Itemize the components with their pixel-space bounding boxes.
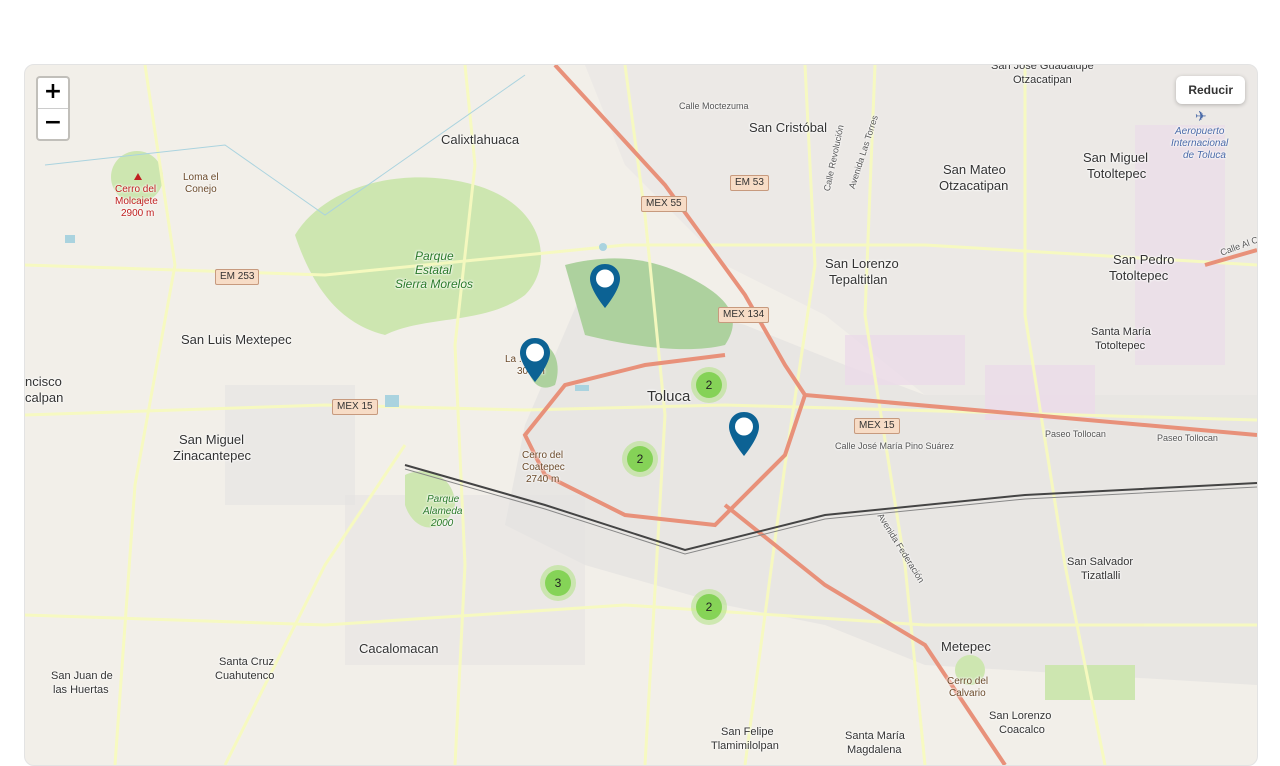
place-label: Tepaltitlan (829, 272, 888, 287)
map-container[interactable]: Calixtlahuaca San Cristóbal San Mateo Ot… (24, 64, 1258, 766)
place-label: ncisco (25, 374, 62, 389)
place-label: San Juan de (51, 670, 113, 682)
place-label: Otzacatipan (1013, 74, 1072, 86)
marker-cluster[interactable]: 2 (622, 441, 658, 477)
road-shield: MEX 55 (641, 196, 687, 212)
marker-cluster[interactable]: 2 (691, 367, 727, 403)
place-label: Cacalomacan (359, 641, 439, 656)
road-shield: MEX 134 (718, 307, 770, 323)
place-label: San Pedro (1113, 252, 1175, 267)
place-label: San Cristóbal (749, 120, 828, 135)
airport-icon: ✈ (1195, 109, 1207, 125)
place-label: San José Guadalupe (991, 64, 1094, 72)
cluster-count: 2 (696, 594, 722, 620)
place-label: San Felipe (721, 726, 774, 738)
street-label: Calle Moctezuma (679, 101, 749, 111)
place-label: Totoltepec (1087, 166, 1147, 181)
road-shield: MEX 15 (332, 399, 378, 415)
peak-label: 2740 m (526, 474, 560, 485)
place-label: Coacalco (999, 724, 1045, 736)
place-label: Otzacatipan (939, 178, 1009, 193)
zoom-in-button[interactable]: + (38, 78, 68, 109)
place-label: Cuahutenco (215, 670, 275, 682)
zoom-out-button[interactable]: − (38, 109, 68, 139)
park-label: Sierra Morelos (395, 277, 474, 291)
place-label: Santa María (845, 730, 905, 742)
place-label: Tizatlalli (1081, 570, 1121, 582)
road-shield: MEX 15 (854, 418, 900, 434)
road-shield: EM 53 (730, 175, 769, 191)
cluster-count: 2 (696, 372, 722, 398)
park-label: Parque (415, 249, 454, 263)
place-label: San Mateo (943, 162, 1006, 177)
airport-label: de Toluca (1183, 150, 1226, 161)
peak-icon (134, 173, 142, 180)
street-label: Calle José María Pino Suárez (835, 441, 955, 451)
reduce-button[interactable]: Reducir (1176, 76, 1245, 104)
place-label: Santa Cruz (219, 656, 275, 668)
map-marker-icon[interactable] (518, 337, 552, 383)
place-label: las Huertas (53, 684, 109, 696)
place-label: San Miguel (179, 432, 245, 447)
map-base-layer (25, 65, 1257, 765)
place-label: San Lorenzo (989, 710, 1052, 722)
place-label: Zinacantepec (173, 448, 252, 463)
map-marker-icon[interactable] (727, 411, 761, 457)
peak-label: Calvario (949, 688, 986, 699)
place-label: Totoltepec (1095, 340, 1146, 352)
place-label: calpan (25, 390, 64, 405)
marker-cluster[interactable]: 3 (540, 565, 576, 601)
street-label: Paseo Tollocan (1157, 433, 1218, 443)
park-label: 2000 (431, 518, 454, 529)
place-label: San Salvador (1067, 556, 1134, 568)
place-label: San Lorenzo (825, 256, 899, 271)
place-label: San Miguel (1083, 150, 1149, 165)
place-label: Magdalena (847, 744, 902, 756)
place-label: Metepec (941, 639, 991, 654)
zoom-control: + − (36, 76, 70, 141)
peak-label: Conejo (185, 184, 217, 195)
cluster-count: 2 (627, 446, 653, 472)
marker-cluster[interactable]: 2 (691, 589, 727, 625)
place-label: Calixtlahuaca (441, 132, 520, 147)
place-label: Santa María (1091, 326, 1151, 338)
street-label: Paseo Tollocan (1045, 429, 1106, 439)
place-label: Toluca (647, 388, 691, 405)
place-label: San Luis Mextepec (181, 332, 292, 347)
road-shield: EM 253 (215, 269, 260, 285)
park-label: Estatal (415, 263, 452, 277)
peak-label: 2900 m (121, 208, 155, 219)
place-label: Totoltepec (1109, 268, 1169, 283)
map-marker-icon[interactable] (588, 263, 622, 309)
place-label: Tlamimilolpan (711, 740, 779, 752)
cluster-count: 3 (545, 570, 571, 596)
